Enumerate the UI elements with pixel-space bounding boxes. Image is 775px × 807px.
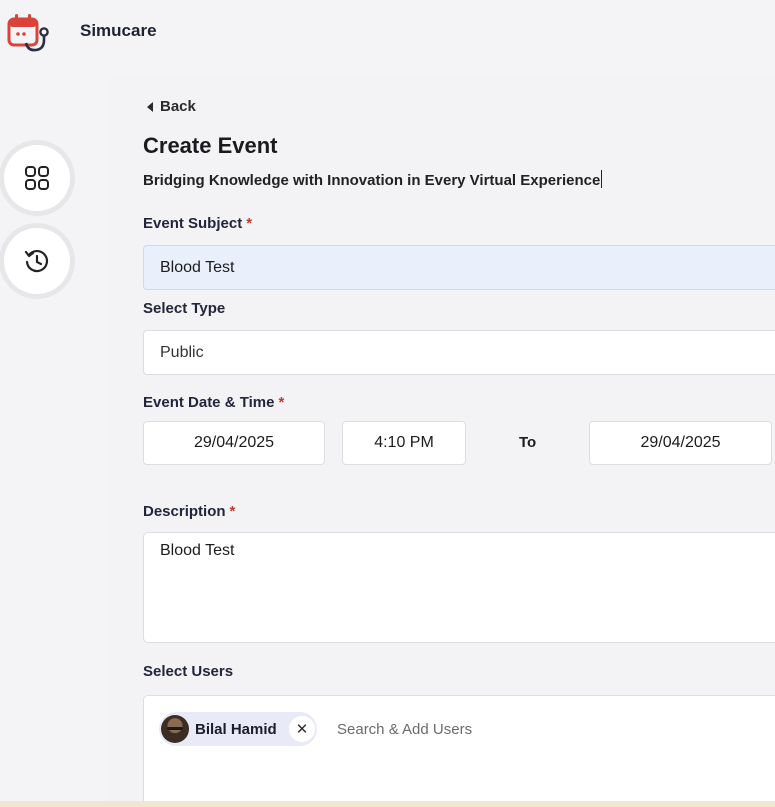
event-subject-label: Event Subject * bbox=[143, 215, 253, 232]
description-label: Description * bbox=[143, 503, 236, 520]
required-marker: * bbox=[278, 394, 285, 411]
close-icon: ✕ bbox=[295, 721, 309, 738]
to-label: To bbox=[519, 434, 537, 451]
users-select-box[interactable]: Bilal Hamid ✕ bbox=[143, 695, 775, 807]
caret-left-icon bbox=[147, 101, 153, 112]
event-datetime-label: Event Date & Time * bbox=[143, 394, 285, 411]
page-subtitle: Bridging Knowledge with Innovation in Ev… bbox=[143, 170, 603, 189]
bottom-strip bbox=[0, 801, 775, 807]
top-bar: Simucare bbox=[0, 0, 775, 70]
required-marker: * bbox=[246, 215, 253, 232]
sidebar-dashboard-button[interactable] bbox=[4, 145, 70, 211]
app-name: Simucare bbox=[80, 21, 157, 40]
end-date-input[interactable]: 29/04/2025 bbox=[589, 421, 772, 465]
remove-user-button[interactable]: ✕ bbox=[289, 716, 315, 742]
user-chip-name: Bilal Hamid bbox=[195, 720, 277, 738]
event-subject-input[interactable]: Blood Test bbox=[143, 245, 775, 290]
start-date-input[interactable]: 29/04/2025 bbox=[143, 421, 325, 465]
start-time-input[interactable]: 4:10 PM bbox=[342, 421, 466, 465]
text-caret bbox=[601, 170, 603, 188]
sidebar-history-button[interactable] bbox=[4, 228, 70, 294]
select-users-label: Select Users bbox=[143, 663, 234, 680]
select-type-label: Select Type bbox=[143, 300, 226, 317]
grid-icon bbox=[25, 166, 49, 190]
back-link[interactable]: Back bbox=[147, 98, 196, 115]
select-type-dropdown[interactable]: Public bbox=[143, 330, 775, 375]
description-textarea[interactable]: Blood Test bbox=[143, 532, 775, 643]
back-label: Back bbox=[160, 98, 196, 115]
page-title: Create Event bbox=[143, 133, 278, 158]
required-marker: * bbox=[229, 503, 236, 520]
user-chip: Bilal Hamid ✕ bbox=[159, 712, 317, 746]
history-clock-icon bbox=[24, 249, 49, 273]
avatar bbox=[161, 715, 189, 743]
search-users-input[interactable] bbox=[337, 714, 587, 744]
calendar-stethoscope-icon bbox=[7, 14, 49, 52]
